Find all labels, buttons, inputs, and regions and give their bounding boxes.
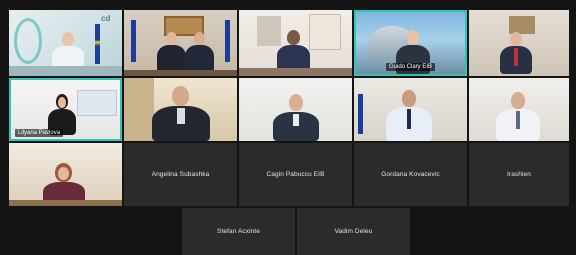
- participant-tile[interactable]: [469, 10, 569, 76]
- participant-tile[interactable]: [124, 10, 237, 76]
- participant-tile[interactable]: [124, 78, 237, 141]
- wall-logo-text: cd: [101, 14, 111, 23]
- participant-tile[interactable]: [469, 78, 569, 141]
- participant-tile[interactable]: cd: [9, 10, 122, 76]
- participant-tile-no-video[interactable]: Cagin Pabuccu EIB: [239, 143, 352, 206]
- participant-tile[interactable]: [239, 10, 352, 76]
- participant-name-label: Guido Clary EIB: [386, 63, 436, 71]
- participant-tile[interactable]: [9, 143, 122, 206]
- participant-tile-no-video[interactable]: Gordana Kovacevic: [354, 143, 467, 206]
- participant-name-label: Gordana Kovacevic: [381, 171, 440, 178]
- participant-name-label: Vadim Deleu: [334, 228, 373, 235]
- participant-tile[interactable]: [354, 78, 467, 141]
- participant-tile-active-speaker[interactable]: Guido Clary EIB: [354, 10, 467, 76]
- participant-tile-no-video[interactable]: Irashlen: [469, 143, 569, 206]
- participant-tile[interactable]: [239, 78, 352, 141]
- participant-name-label: Irashlen: [507, 171, 531, 178]
- participant-tile[interactable]: Lilyana Pavlova: [9, 78, 122, 141]
- participant-name-label: Stefan Acxinte: [217, 228, 260, 235]
- participant-tile-no-video[interactable]: Vadim Deleu: [297, 208, 410, 255]
- participant-name-label: Lilyana Pavlova: [15, 129, 64, 137]
- participant-name-label: Angelina Subashka: [151, 171, 210, 178]
- participant-name-label: Cagin Pabuccu EIB: [266, 171, 325, 178]
- participant-tile-no-video[interactable]: Angelina Subashka: [124, 143, 237, 206]
- participant-tile-no-video[interactable]: Stefan Acxinte: [182, 208, 295, 255]
